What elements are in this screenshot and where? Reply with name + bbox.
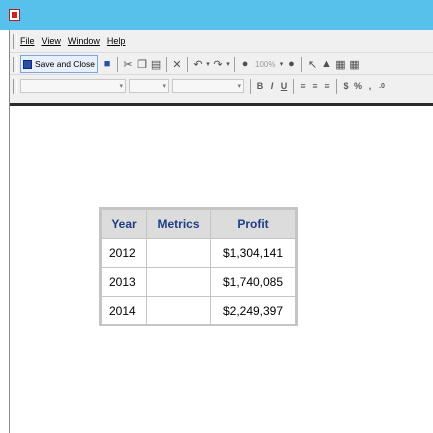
menu-bar: File View Window Help [10, 30, 433, 52]
font-combo[interactable]: ▾ [129, 79, 169, 93]
save-icon[interactable]: ■ [100, 56, 114, 72]
menu-grip[interactable] [13, 33, 17, 49]
image-icon[interactable]: ▦ [347, 56, 361, 72]
toolbar-separator [301, 56, 303, 72]
document-canvas[interactable]: Year Metrics Profit 2012 $1,304,141 2013… [10, 103, 433, 433]
save-and-close-label: Save and Close [35, 59, 96, 69]
cell-metrics[interactable] [147, 297, 210, 324]
bold-icon[interactable]: B [254, 81, 266, 91]
toolbar-grip[interactable] [13, 56, 17, 72]
x-icon[interactable]: ✕ [170, 56, 184, 72]
cell-year[interactable]: 2012 [102, 239, 146, 267]
save-and-close-button[interactable]: Save and Close [20, 55, 99, 73]
column-header-metrics[interactable]: Metrics [147, 210, 210, 238]
document-icon[interactable] [9, 9, 20, 21]
style-combo[interactable]: ▾ [20, 79, 126, 93]
copy-icon[interactable]: ❐ [135, 56, 149, 72]
percent-icon[interactable]: % [352, 81, 364, 91]
comma-icon[interactable]: , [364, 81, 376, 91]
format-grip[interactable] [13, 78, 17, 94]
toolbar-separator [336, 78, 337, 94]
chart-icon[interactable]: ▦ [333, 56, 347, 72]
lock-icon[interactable]: ▲ [319, 56, 333, 72]
column-header-year[interactable]: Year [102, 210, 146, 238]
underline-icon[interactable]: U [278, 81, 290, 91]
toolbar-separator [234, 56, 236, 72]
toolbar-separator [166, 56, 168, 72]
title-bar [0, 0, 433, 30]
format-toolbar: ▾ ▾ ▾ B I U ≡ ≡ ≡ $ % , .0 [10, 74, 433, 97]
dropdown-arrow-icon[interactable]: ▾ [225, 56, 231, 72]
floppy-icon [23, 59, 32, 69]
cell-metrics[interactable] [147, 239, 210, 267]
toolbar-separator [187, 56, 189, 72]
scissors-icon[interactable]: ✂ [121, 56, 135, 72]
font-size-combo[interactable]: ▾ [172, 79, 244, 93]
cell-metrics[interactable] [147, 268, 210, 296]
toolbar-separator [117, 56, 119, 72]
toolbar-separator [293, 78, 294, 94]
align-left-icon[interactable]: ≡ [297, 81, 309, 91]
cell-profit[interactable]: $1,740,085 [211, 268, 295, 296]
toolbar-separator [250, 78, 251, 94]
pointer-icon[interactable]: ↖ [305, 56, 319, 72]
menu-window[interactable]: Window [68, 36, 100, 46]
column-header-profit[interactable]: Profit [211, 210, 295, 238]
cell-profit[interactable]: $2,249,397 [211, 297, 295, 324]
zoom-out-icon[interactable]: ● [238, 56, 252, 72]
menu-view[interactable]: View [42, 36, 61, 46]
menu-file[interactable]: File [20, 36, 35, 46]
italic-icon[interactable]: I [266, 81, 278, 91]
data-grid[interactable]: Year Metrics Profit 2012 $1,304,141 2013… [99, 207, 298, 326]
standard-toolbar: Save and Close ■ ✂ ❐ ▤ ✕ ↶ ▾ ↷ ▾ ● 100% … [10, 52, 433, 75]
zoom-in-icon[interactable]: ● [284, 56, 298, 72]
dollar-icon[interactable]: $ [340, 81, 352, 91]
increase-decimal-icon[interactable]: .0 [376, 83, 388, 90]
app-window: File View Window Help Save and Close ■ ✂… [9, 30, 433, 433]
undo-icon[interactable]: ↶ [191, 56, 205, 72]
cell-profit[interactable]: $1,304,141 [211, 239, 295, 267]
cell-year[interactable]: 2013 [102, 268, 146, 296]
redo-icon[interactable]: ↷ [211, 56, 225, 72]
paste-icon[interactable]: ▤ [149, 56, 163, 72]
zoom-level[interactable]: 100% [255, 60, 275, 69]
cell-year[interactable]: 2014 [102, 297, 146, 324]
menu-help[interactable]: Help [107, 36, 126, 46]
align-right-icon[interactable]: ≡ [321, 81, 333, 91]
align-center-icon[interactable]: ≡ [309, 81, 321, 91]
